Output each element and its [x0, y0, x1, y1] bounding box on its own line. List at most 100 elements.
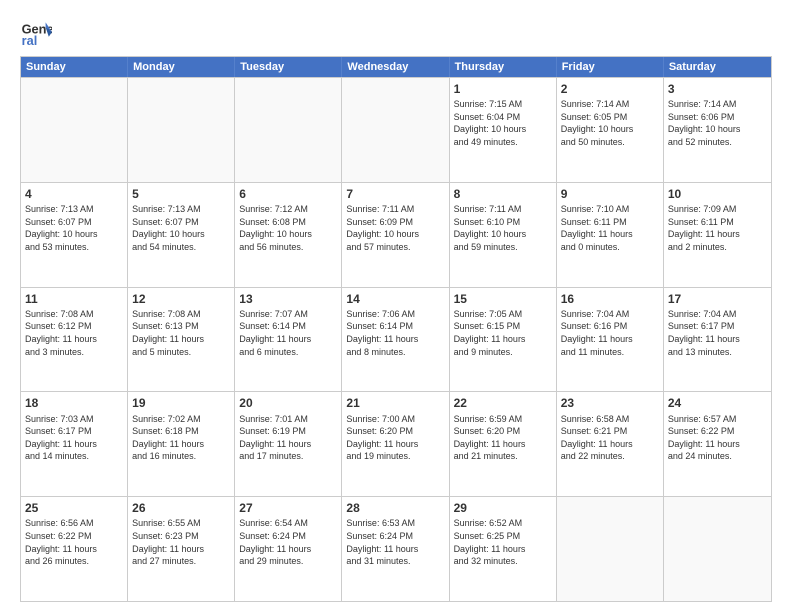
day-info: Sunrise: 7:06 AM Sunset: 6:14 PM Dayligh…	[346, 308, 444, 358]
calendar-cell	[128, 78, 235, 182]
day-number: 10	[668, 186, 767, 202]
logo: Gene ral	[20, 16, 56, 48]
day-info: Sunrise: 6:54 AM Sunset: 6:24 PM Dayligh…	[239, 517, 337, 567]
calendar-cell: 28Sunrise: 6:53 AM Sunset: 6:24 PM Dayli…	[342, 497, 449, 601]
calendar-cell: 11Sunrise: 7:08 AM Sunset: 6:12 PM Dayli…	[21, 288, 128, 392]
calendar-body: 1Sunrise: 7:15 AM Sunset: 6:04 PM Daylig…	[21, 77, 771, 601]
calendar-cell: 1Sunrise: 7:15 AM Sunset: 6:04 PM Daylig…	[450, 78, 557, 182]
calendar-cell: 3Sunrise: 7:14 AM Sunset: 6:06 PM Daylig…	[664, 78, 771, 182]
day-number: 2	[561, 81, 659, 97]
calendar-cell: 18 Sunrise: 7:03 AM Sunset: 6:17 PM Dayli…	[21, 392, 128, 496]
calendar-header-cell: Tuesday	[235, 57, 342, 77]
calendar-cell: 25Sunrise: 6:56 AM Sunset: 6:22 PM Dayli…	[21, 497, 128, 601]
calendar-cell	[664, 497, 771, 601]
day-number: 15	[454, 291, 552, 307]
day-info: Sunrise: 7:13 AM Sunset: 6:07 PM Dayligh…	[25, 203, 123, 253]
day-info: Sunrise: 7:14 AM Sunset: 6:06 PM Dayligh…	[668, 98, 767, 148]
day-number: 13	[239, 291, 337, 307]
calendar-cell: 12Sunrise: 7:08 AM Sunset: 6:13 PM Dayli…	[128, 288, 235, 392]
calendar-header-cell: Friday	[557, 57, 664, 77]
day-number: 8	[454, 186, 552, 202]
day-number: 24	[668, 395, 767, 411]
day-info: Sunrise: 7:13 AM Sunset: 6:07 PM Dayligh…	[132, 203, 230, 253]
calendar-cell: 8Sunrise: 7:11 AM Sunset: 6:10 PM Daylig…	[450, 183, 557, 287]
calendar-row: 1Sunrise: 7:15 AM Sunset: 6:04 PM Daylig…	[21, 77, 771, 182]
day-number: 22	[454, 395, 552, 411]
calendar-cell: 15Sunrise: 7:05 AM Sunset: 6:15 PM Dayli…	[450, 288, 557, 392]
day-number: 26	[132, 500, 230, 516]
day-number: 14	[346, 291, 444, 307]
day-info: Sunrise: 6:53 AM Sunset: 6:24 PM Dayligh…	[346, 517, 444, 567]
day-info: Sunrise: 7:04 AM Sunset: 6:17 PM Dayligh…	[668, 308, 767, 358]
calendar-cell: 10Sunrise: 7:09 AM Sunset: 6:11 PM Dayli…	[664, 183, 771, 287]
day-info: Sunrise: 7:11 AM Sunset: 6:10 PM Dayligh…	[454, 203, 552, 253]
svg-text:ral: ral	[22, 33, 38, 48]
logo-icon: Gene ral	[20, 16, 52, 48]
day-number: 29	[454, 500, 552, 516]
day-info: Sunrise: 7:03 AM Sunset: 6:17 PM Dayligh…	[25, 413, 123, 463]
day-info: Sunrise: 6:56 AM Sunset: 6:22 PM Dayligh…	[25, 517, 123, 567]
calendar-cell: 13Sunrise: 7:07 AM Sunset: 6:14 PM Dayli…	[235, 288, 342, 392]
calendar-cell: 20 Sunrise: 7:01 AM Sunset: 6:19 PM Dayli…	[235, 392, 342, 496]
calendar-cell: 24 Sunrise: 6:57 AM Sunset: 6:22 PM Dayli…	[664, 392, 771, 496]
calendar-row: 25Sunrise: 6:56 AM Sunset: 6:22 PM Dayli…	[21, 496, 771, 601]
calendar-row: 18 Sunrise: 7:03 AM Sunset: 6:17 PM Dayli…	[21, 391, 771, 496]
calendar-cell: 22 Sunrise: 6:59 AM Sunset: 6:20 PM Dayli…	[450, 392, 557, 496]
calendar-cell: 27Sunrise: 6:54 AM Sunset: 6:24 PM Dayli…	[235, 497, 342, 601]
day-number: 4	[25, 186, 123, 202]
calendar-cell: 2Sunrise: 7:14 AM Sunset: 6:05 PM Daylig…	[557, 78, 664, 182]
calendar-cell	[21, 78, 128, 182]
calendar-cell: 4Sunrise: 7:13 AM Sunset: 6:07 PM Daylig…	[21, 183, 128, 287]
calendar-header-cell: Sunday	[21, 57, 128, 77]
calendar-cell	[557, 497, 664, 601]
day-number: 23	[561, 395, 659, 411]
calendar-cell: 19Sunrise: 7:02 AM Sunset: 6:18 PM Dayli…	[128, 392, 235, 496]
calendar-cell: 14Sunrise: 7:06 AM Sunset: 6:14 PM Dayli…	[342, 288, 449, 392]
day-number: 20	[239, 395, 337, 411]
day-info: Sunrise: 6:59 AM Sunset: 6:20 PM Dayligh…	[454, 413, 552, 463]
calendar-cell: 23 Sunrise: 6:58 AM Sunset: 6:21 PM Dayli…	[557, 392, 664, 496]
calendar-header-cell: Thursday	[450, 57, 557, 77]
day-info: Sunrise: 7:14 AM Sunset: 6:05 PM Dayligh…	[561, 98, 659, 148]
day-info: Sunrise: 7:07 AM Sunset: 6:14 PM Dayligh…	[239, 308, 337, 358]
day-info: Sunrise: 7:15 AM Sunset: 6:04 PM Dayligh…	[454, 98, 552, 148]
calendar-row: 4Sunrise: 7:13 AM Sunset: 6:07 PM Daylig…	[21, 182, 771, 287]
calendar-cell: 29Sunrise: 6:52 AM Sunset: 6:25 PM Dayli…	[450, 497, 557, 601]
calendar-header-cell: Wednesday	[342, 57, 449, 77]
day-info: Sunrise: 7:04 AM Sunset: 6:16 PM Dayligh…	[561, 308, 659, 358]
day-info: Sunrise: 7:09 AM Sunset: 6:11 PM Dayligh…	[668, 203, 767, 253]
calendar-header-cell: Monday	[128, 57, 235, 77]
calendar-header: SundayMondayTuesdayWednesdayThursdayFrid…	[21, 57, 771, 77]
day-number: 1	[454, 81, 552, 97]
day-info: Sunrise: 6:58 AM Sunset: 6:21 PM Dayligh…	[561, 413, 659, 463]
day-number: 19	[132, 395, 230, 411]
calendar-cell	[342, 78, 449, 182]
day-number: 27	[239, 500, 337, 516]
day-info: Sunrise: 6:57 AM Sunset: 6:22 PM Dayligh…	[668, 413, 767, 463]
calendar-cell	[235, 78, 342, 182]
day-info: Sunrise: 7:05 AM Sunset: 6:15 PM Dayligh…	[454, 308, 552, 358]
day-info: Sunrise: 7:00 AM Sunset: 6:20 PM Dayligh…	[346, 413, 444, 463]
day-info: Sunrise: 7:08 AM Sunset: 6:12 PM Dayligh…	[25, 308, 123, 358]
day-number: 18	[25, 395, 123, 411]
day-number: 21	[346, 395, 444, 411]
calendar-cell: 6Sunrise: 7:12 AM Sunset: 6:08 PM Daylig…	[235, 183, 342, 287]
calendar-cell: 16Sunrise: 7:04 AM Sunset: 6:16 PM Dayli…	[557, 288, 664, 392]
calendar-row: 11Sunrise: 7:08 AM Sunset: 6:12 PM Dayli…	[21, 287, 771, 392]
day-number: 16	[561, 291, 659, 307]
calendar: SundayMondayTuesdayWednesdayThursdayFrid…	[20, 56, 772, 602]
day-info: Sunrise: 7:10 AM Sunset: 6:11 PM Dayligh…	[561, 203, 659, 253]
calendar-header-cell: Saturday	[664, 57, 771, 77]
calendar-cell: 17Sunrise: 7:04 AM Sunset: 6:17 PM Dayli…	[664, 288, 771, 392]
day-info: Sunrise: 7:08 AM Sunset: 6:13 PM Dayligh…	[132, 308, 230, 358]
day-number: 28	[346, 500, 444, 516]
day-number: 7	[346, 186, 444, 202]
day-number: 9	[561, 186, 659, 202]
day-number: 17	[668, 291, 767, 307]
day-info: Sunrise: 7:01 AM Sunset: 6:19 PM Dayligh…	[239, 413, 337, 463]
calendar-cell: 9Sunrise: 7:10 AM Sunset: 6:11 PM Daylig…	[557, 183, 664, 287]
day-number: 6	[239, 186, 337, 202]
calendar-cell: 5Sunrise: 7:13 AM Sunset: 6:07 PM Daylig…	[128, 183, 235, 287]
day-info: Sunrise: 7:11 AM Sunset: 6:09 PM Dayligh…	[346, 203, 444, 253]
day-info: Sunrise: 7:12 AM Sunset: 6:08 PM Dayligh…	[239, 203, 337, 253]
